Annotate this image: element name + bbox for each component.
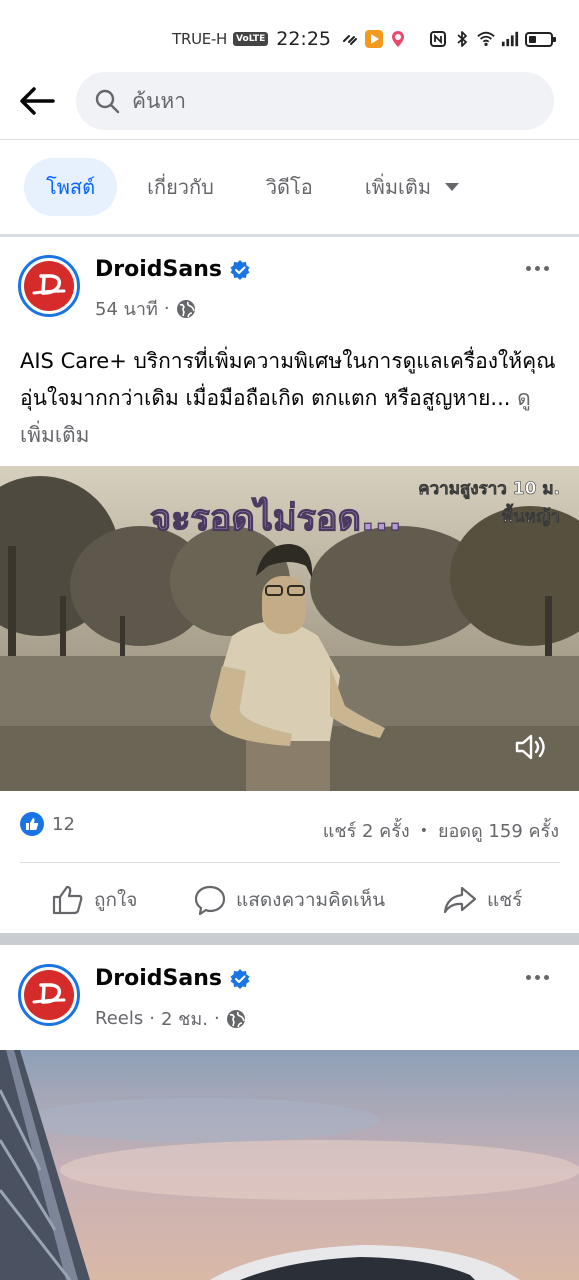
reel-image [0,1050,579,1280]
like-button[interactable]: ถูกใจ [52,880,137,920]
page-name[interactable]: DroidSans [95,257,222,282]
feed-separator [0,933,579,945]
more-dot [525,265,531,271]
view-count: ยอดดู 159 ครั้ง [437,821,559,842]
battery-icon [525,31,556,47]
tab-about[interactable]: เกี่ยวกับ [125,158,236,216]
video-caption-grass: พื้นหญ้า [502,503,560,527]
meta-dot: · [149,1008,155,1029]
globe-icon [226,1009,245,1028]
like-label: ถูกใจ [94,889,138,911]
page-avatar-2[interactable] [18,964,80,1026]
thumbs-up-icon [52,885,83,915]
tab-posts[interactable]: โพสต์ [24,158,118,216]
post2-time[interactable]: 2 ชม. [161,1004,208,1033]
status-bar-right: TRUE-H VoLTE 22:25 [172,26,556,52]
volte-badge: VoLTE [233,32,269,46]
bluetooth-icon [457,31,467,47]
share-button[interactable]: แชร์ [443,880,522,920]
more-dot [543,265,549,271]
post-stats: แชร์ 2 ครั้ง • ยอดดู 159 ครั้ง [323,816,559,845]
like-reaction-icon [20,812,44,836]
back-button[interactable] [16,80,58,122]
reaction-summary[interactable]: 12 [20,812,75,836]
video-player[interactable]: จะรอดไม่รอด... ความสูงราว 10 ม. พื้นหญ้า [0,466,579,791]
tab-videos[interactable]: วิดีโอ [244,158,335,216]
meta-dot: · [213,1008,220,1029]
page-tabs: โพสต์ เกี่ยวกับ วิดีโอ เพิ่มเติม [24,158,489,216]
video-caption-height: ความสูงราว 10 ม. [418,479,560,500]
wifi-icon [477,31,495,47]
location-pin-icon [392,31,404,47]
share-arrow-icon [443,886,477,914]
caret-down-icon [445,183,460,191]
share-label: แชร์ [487,889,523,911]
more-dot [543,974,549,980]
status-bar: TRUE-H VoLTE 22:25 [0,0,579,62]
link-app-icon [343,35,357,45]
droidsans-logo-icon [32,274,66,295]
comment-button[interactable]: แสดงความคิดเห็น [194,880,385,920]
post2-author[interactable]: DroidSans [95,966,250,991]
tabs-divider [0,234,579,237]
reaction-count: 12 [52,813,75,835]
nfc-icon [430,31,446,47]
more-dot [534,265,540,271]
actions-divider [20,862,560,863]
carrier-label: TRUE-H [172,30,228,48]
volume-icon[interactable] [514,732,548,762]
search-header [0,62,579,140]
back-arrow-icon [20,87,55,115]
comment-label: แสดงความคิดเห็น [236,889,386,911]
video-headline: จะรอดไม่รอด... [150,496,402,539]
post2-more-button[interactable] [517,965,557,989]
stats-separator: • [419,822,428,839]
post-author[interactable]: DroidSans [95,257,250,282]
more-dot [525,974,531,980]
globe-icon [176,299,195,318]
post2-type[interactable]: Reels [95,1008,143,1029]
signal-icon [501,31,519,47]
post-text: AIS Care+ บริการที่เพิ่มความพิเศษในการดู… [20,343,565,454]
clock: 22:25 [276,28,331,50]
droidsans-logo-2 [24,970,74,1020]
post-time[interactable]: 54 นาที [95,294,158,323]
video-frame: จะรอดไม่รอด... ความสูงราว 10 ม. พื้นหญ้า [0,466,579,791]
share-count[interactable]: แชร์ 2 ครั้ง [323,816,410,845]
meta-dot: · [163,298,170,319]
more-dot [534,974,540,980]
verified-badge-icon [230,259,250,280]
page-name-2[interactable]: DroidSans [95,966,222,991]
page-avatar[interactable] [18,255,80,317]
post-meta: 54 นาที · [95,294,196,323]
verified-badge-icon [230,968,250,989]
droidsans-logo-icon [32,983,66,1004]
tab-more[interactable]: เพิ่มเติม [343,158,481,216]
reel-thumbnail[interactable] [0,1050,579,1280]
post2-meta: Reels · 2 ชม. · [95,1004,246,1033]
header-divider [0,139,579,140]
tab-more-label: เพิ่มเติม [364,175,432,199]
search-icon [95,89,120,114]
video-app-icon [365,30,383,48]
droidsans-logo [24,261,74,311]
search-input[interactable] [132,89,512,113]
search-bar[interactable] [76,72,554,130]
post-body: AIS Care+ บริการที่เพิ่มความพิเศษในการดู… [20,349,556,410]
post-more-button[interactable] [517,256,557,280]
comment-icon [194,885,226,916]
